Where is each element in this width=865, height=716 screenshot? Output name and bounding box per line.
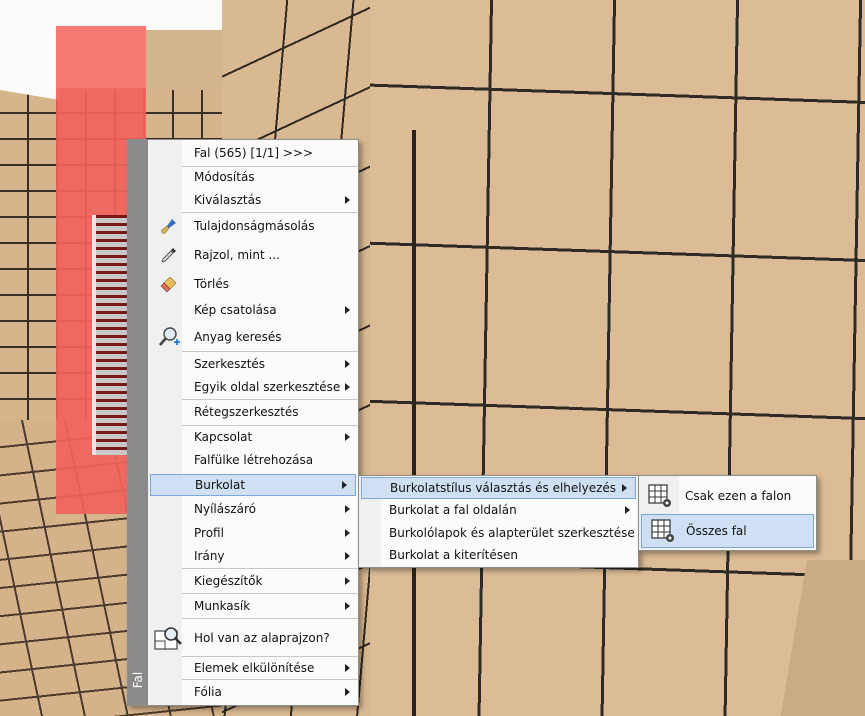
submenu-arrow-icon <box>345 529 350 537</box>
menu-item-connection[interactable]: Kapcsolat <box>148 426 358 448</box>
submenu-item-edit-tiles[interactable]: Burkolólapok és alapterület szerkesztése <box>359 522 638 544</box>
menu-item-wall-info[interactable]: Fal (565) [1/1] >>> <box>148 142 358 164</box>
menu-item-label: Profil <box>194 526 224 540</box>
menu-item-label: Irány <box>194 549 225 563</box>
menu-item-profile[interactable]: Profil <box>148 522 358 544</box>
submenu-item-label: Burkolat a fal oldalán <box>389 503 517 517</box>
menu-item-delete[interactable]: Törlés <box>148 273 358 295</box>
submenu-arrow-icon <box>345 552 350 560</box>
submenu-arrow-icon <box>345 577 350 585</box>
covering-submenu: Burkolatstílus választás és elhelyezés B… <box>358 475 639 568</box>
submenu-arrow-icon <box>345 602 350 610</box>
submenu-item-all-walls[interactable]: Összes fal <box>641 514 814 548</box>
menu-item-select[interactable]: Kiválasztás <box>148 189 358 211</box>
submenu-item-style-select-place[interactable]: Burkolatstílus választás és elhelyezés <box>361 477 636 499</box>
wall-corner-line <box>412 130 416 716</box>
submenu-item-label: Összes fal <box>686 524 747 538</box>
menu-separator <box>182 618 358 619</box>
menu-item-label: Anyag keresés <box>194 330 282 344</box>
menu-item-label: Hol van az alaprajzon? <box>194 631 330 645</box>
menu-item-layer-edit[interactable]: Rétegszerkesztés <box>148 401 358 423</box>
menu-separator <box>182 593 358 594</box>
menu-item-label: Kiválasztás <box>194 193 262 207</box>
menu-item-where-on-floorplan[interactable]: Hol van az alaprajzon? <box>148 620 358 656</box>
menu-item-label: Rajzol, mint ... <box>194 248 280 262</box>
menu-item-direction[interactable]: Irány <box>148 545 358 567</box>
menu-item-label: Elemek elkülönítése <box>194 661 315 675</box>
menu-item-material-search[interactable]: Anyag keresés <box>148 326 358 348</box>
submenu-item-covering-wall-side[interactable]: Burkolat a fal oldalán <box>359 499 638 521</box>
menu-item-workplane[interactable]: Munkasík <box>148 595 358 617</box>
menu-item-label: Módosítás <box>194 170 255 184</box>
submenu-item-label: Burkolatstílus választás és elhelyezés <box>390 481 617 495</box>
submenu-item-only-this-wall[interactable]: Csak ezen a falon <box>639 479 816 513</box>
menu-item-label: Fal (565) [1/1] >>> <box>194 146 314 160</box>
menu-item-draw-like[interactable]: Rajzol, mint ... <box>148 244 358 266</box>
submenu-arrow-icon <box>625 506 630 514</box>
menu-separator <box>182 399 358 400</box>
menu-separator <box>182 351 358 352</box>
menu-item-label: Kapcsolat <box>194 430 253 444</box>
menu-item-label: Törlés <box>194 277 230 291</box>
submenu-arrow-icon <box>345 505 350 513</box>
menu-item-label: Fólia <box>194 685 222 699</box>
submenu-arrow-icon <box>345 360 350 368</box>
submenu-arrow-icon <box>345 688 350 696</box>
menu-sidebar: Fal <box>128 140 148 705</box>
submenu-arrow-icon <box>342 481 347 489</box>
submenu-arrow-icon <box>345 306 350 314</box>
submenu-arrow-icon <box>345 664 350 672</box>
floorplan-search-icon <box>153 623 183 653</box>
menu-item-label: Nyílászáró <box>194 502 257 516</box>
submenu-item-label: Burkolat a kiterítésen <box>389 548 518 562</box>
menu-item-foil[interactable]: Fólia <box>148 681 358 703</box>
pipette-icon <box>158 244 180 266</box>
menu-item-covering[interactable]: Burkolat <box>150 474 356 496</box>
menu-separator <box>182 568 358 569</box>
wall-context-menu: Fal Fal (565) [1/1] >>> Módosítás Kivála… <box>127 139 359 706</box>
menu-item-edit[interactable]: Szerkesztés <box>148 353 358 375</box>
menu-item-modify[interactable]: Módosítás <box>148 166 358 188</box>
menu-item-label: Kiegészítők <box>194 574 263 588</box>
covering-style-submenu: Csak ezen a falon Összes fal <box>638 475 817 551</box>
brush-icon <box>158 215 180 237</box>
towel-radiator <box>92 215 132 455</box>
submenu-item-covering-unfold[interactable]: Burkolat a kiterítésen <box>359 544 638 566</box>
menu-separator <box>182 679 358 680</box>
menu-item-label: Egyik oldal szerkesztése <box>194 380 341 394</box>
selected-tiled-wall[interactable] <box>370 0 865 716</box>
menu-item-label: Rétegszerkesztés <box>194 405 299 419</box>
menu-item-copy-properties[interactable]: Tulajdonságmásolás <box>148 215 358 237</box>
eraser-icon <box>158 273 180 295</box>
submenu-item-label: Csak ezen a falon <box>685 489 792 503</box>
sidebar-label: Fal <box>131 671 145 689</box>
menu-item-attach-image[interactable]: Kép csatolása <box>148 299 358 321</box>
menu-item-label: Falfülke létrehozása <box>194 453 314 467</box>
submenu-arrow-icon <box>345 433 350 441</box>
tile-grid-gear-icon <box>647 483 673 509</box>
menu-item-edit-one-side[interactable]: Egyik oldal szerkesztése <box>148 376 358 398</box>
submenu-arrow-icon <box>622 484 627 492</box>
menu-item-openings[interactable]: Nyílászáró <box>148 498 358 520</box>
tile-grid-gear-icon <box>650 518 676 544</box>
submenu-arrow-icon <box>345 196 350 204</box>
magnifier-plus-icon <box>158 326 180 348</box>
menu-item-create-niche[interactable]: Falfülke létrehozása <box>148 449 358 471</box>
red-wall-top <box>56 26 146 88</box>
menu-separator <box>182 212 358 213</box>
menu-item-label: Szerkesztés <box>194 357 266 371</box>
menu-item-accessories[interactable]: Kiegészítők <box>148 570 358 592</box>
menu-item-label: Munkasík <box>194 599 251 613</box>
menu-item-label: Tulajdonságmásolás <box>194 219 315 233</box>
submenu-item-label: Burkolólapok és alapterület szerkesztése <box>389 526 635 540</box>
menu-item-label: Burkolat <box>195 478 246 492</box>
menu-item-isolate-elements[interactable]: Elemek elkülönítése <box>148 657 358 679</box>
menu-item-label: Kép csatolása <box>194 303 277 317</box>
submenu-arrow-icon <box>345 383 350 391</box>
